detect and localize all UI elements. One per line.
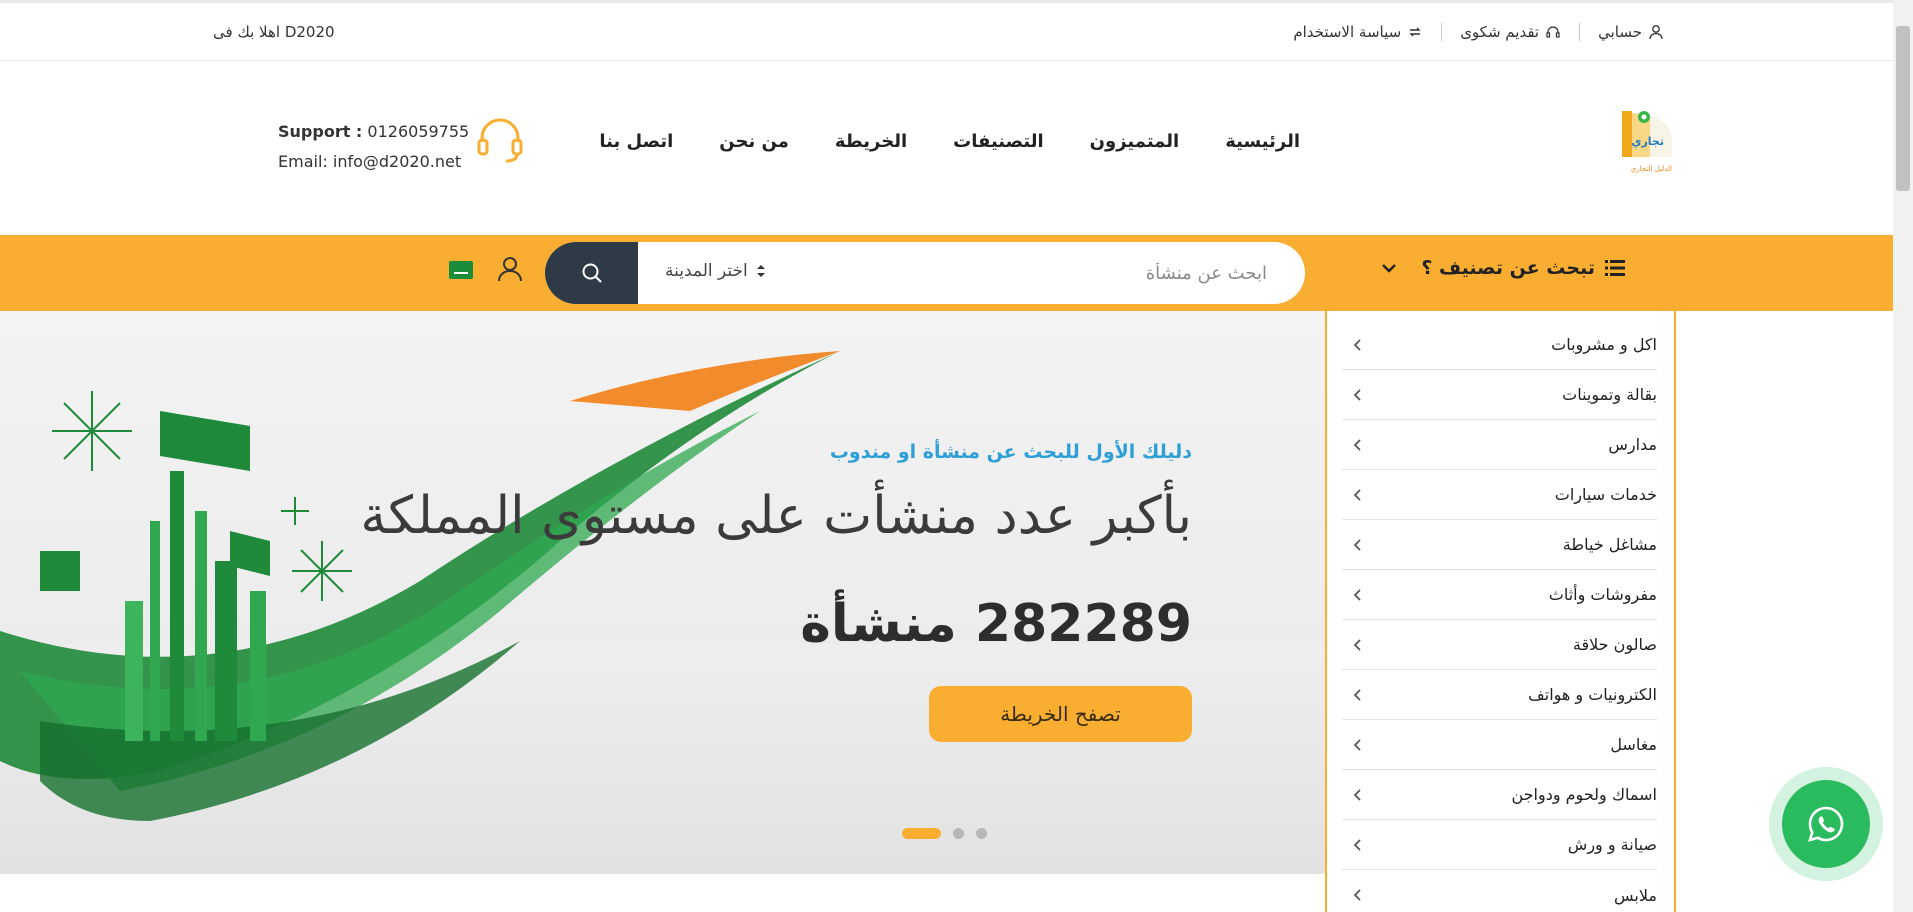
my-account-label: حسابي [1598,23,1642,41]
search-band: تبحث عن تصنيف ؟ اختر المدينة [0,235,1893,311]
chevron-left-icon [1354,588,1361,601]
category-item[interactable]: اكل و مشروبات [1342,320,1657,370]
whatsapp-icon [1808,806,1844,842]
category-toggle-label: تبحث عن تصنيف ؟ [1421,257,1595,279]
search-icon [582,263,602,283]
sort-arrows-icon [756,265,765,277]
support-email[interactable]: Email: info@d2020.net [278,147,469,177]
headset-icon [1546,26,1560,38]
svg-text:تجاري: تجاري [1631,135,1664,148]
category-item[interactable]: مشاغل خياطة [1342,520,1657,570]
support-info: Support : 0126059755 Email: info@d2020.n… [278,117,469,177]
site-header: تجاري الدليل التجاري الرئيسية المتميزون … [0,61,1893,235]
category-item[interactable]: مدارس [1342,420,1657,470]
slider-dot-3[interactable] [976,828,987,839]
nav-categories[interactable]: التصنيفات [953,131,1044,152]
usage-policy-label: سياسة الاستخدام [1293,23,1402,41]
browse-map-button[interactable]: تصفح الخريطة [929,686,1192,742]
search-input[interactable] [907,256,1267,290]
chevron-left-icon [1354,488,1361,501]
complaint-link[interactable]: تقديم شكوى [1460,23,1561,41]
category-item[interactable]: خدمات سيارات [1342,470,1657,520]
list-icon [1605,260,1625,276]
nav-featured[interactable]: المتميزون [1090,131,1180,152]
category-item[interactable]: مفروشات وأثاث [1342,570,1657,620]
saudi-skyline-illustration [0,351,840,821]
complaint-label: تقديم شكوى [1460,23,1540,41]
category-item[interactable]: اسماك ولحوم ودواجن [1342,770,1657,820]
chevron-left-icon [1354,788,1361,801]
category-item[interactable]: ملابس [1342,870,1657,912]
search-button[interactable] [545,242,638,304]
usage-policy-link[interactable]: سياسة الاستخدام [1293,23,1423,41]
chevron-left-icon [1354,688,1361,701]
hero-slider: دليلك الأول للبحث عن منشأة او مندوب بأكب… [0,311,1325,874]
scrollbar-thumb[interactable] [1896,26,1910,191]
welcome-text: اهلا بك فى D2020 [213,23,335,41]
category-menu: اكل و مشروبات بقالة وتموينات مدارس خدمات… [1325,311,1676,912]
whatsapp-circle [1782,780,1870,868]
support-phone[interactable]: 0126059755 [367,122,469,141]
city-select-label: اختر المدينة [665,261,748,281]
chevron-left-icon [1354,538,1361,551]
whatsapp-button[interactable] [1769,767,1883,881]
chevron-left-icon [1354,838,1361,851]
headset-icon [477,118,523,163]
svg-text:الدليل التجاري: الدليل التجاري [1631,165,1672,173]
chevron-left-icon [1354,738,1361,751]
nav-contact[interactable]: اتصل بنا [599,131,673,152]
city-select[interactable]: اختر المدينة [665,261,766,281]
top-bar: اهلا بك فى D2020 حسابي تقديم شكوى سياسة … [0,0,1893,61]
nav-map[interactable]: الخريطة [835,131,907,152]
slider-dot-2[interactable] [953,828,964,839]
category-item[interactable]: بقالة وتموينات [1342,370,1657,420]
saudi-flag-icon[interactable] [449,261,473,279]
chevron-left-icon [1354,638,1361,651]
my-account-link[interactable]: حسابي [1598,23,1664,41]
slider-dots [902,828,987,839]
main-nav: الرئيسية المتميزون التصنيفات الخريطة من … [599,131,1300,152]
search-box: اختر المدينة [545,242,1305,304]
hero-count: 282289 منشأة [800,594,1192,654]
hero-tagline: دليلك الأول للبحث عن منشأة او مندوب [829,441,1192,463]
top-links: حسابي تقديم شكوى سياسة الاستخدام [1293,23,1664,41]
category-item[interactable]: مغاسل [1342,720,1657,770]
refresh-icon [1409,27,1421,37]
chevron-down-icon [1382,264,1397,273]
category-toggle[interactable]: تبحث عن تصنيف ؟ [1381,257,1625,279]
slider-dot-1[interactable] [902,828,941,839]
divider [1441,23,1443,41]
chevron-left-icon [1354,889,1361,901]
chevron-left-icon [1354,338,1361,351]
category-item[interactable]: صالون حلاقة [1342,620,1657,670]
category-item[interactable]: الكترونيات و هواتف [1342,670,1657,720]
chevron-left-icon [1354,388,1361,401]
hero-headline: بأكبر عدد منشأت على مستوى المملكة [360,486,1192,546]
divider [1579,23,1581,41]
user-icon [1649,25,1663,40]
user-icon[interactable] [498,256,522,282]
category-item[interactable]: صيانة و ورش [1342,820,1657,870]
nav-home[interactable]: الرئيسية [1225,131,1300,152]
nav-about[interactable]: من نحن [719,131,789,152]
site-logo[interactable]: تجاري الدليل التجاري [1620,109,1678,181]
chevron-left-icon [1354,438,1361,451]
support-label: Support : [278,122,363,141]
